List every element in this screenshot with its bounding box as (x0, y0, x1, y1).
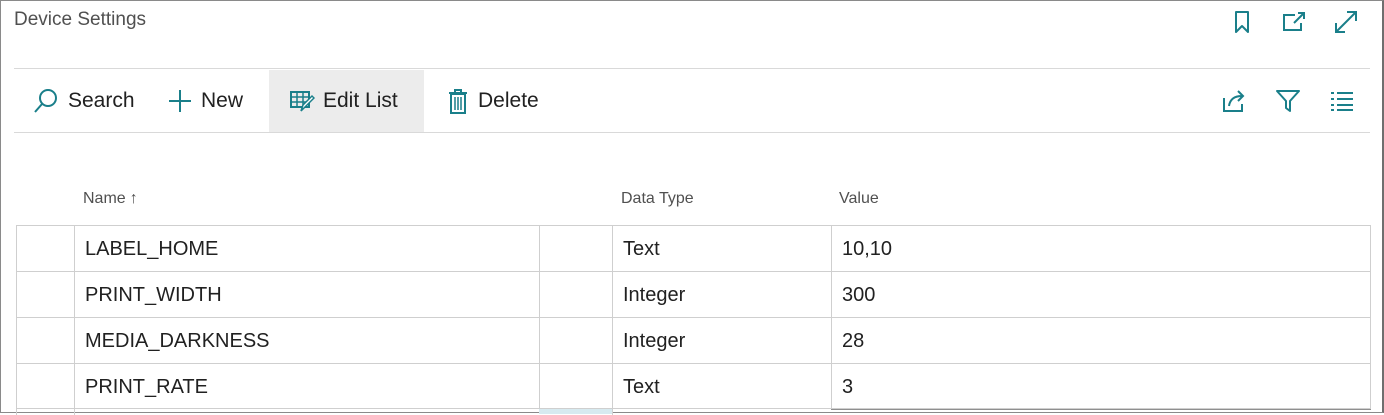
name-cell[interactable]: PRINT_RATE (74, 364, 539, 410)
data-type-cell[interactable]: Integer (612, 272, 831, 318)
action-toolbar: Search New Edit List Delete (14, 70, 1370, 132)
row-selector[interactable] (16, 272, 74, 318)
column-header-name-label: Name (83, 190, 126, 207)
column-header-data-type[interactable]: Data Type (621, 190, 694, 208)
table-row[interactable]: LABEL_HOME Text 10,10 (16, 225, 1371, 272)
filter-icon[interactable] (1272, 85, 1304, 117)
name-cell[interactable]: LABEL_HOME (74, 226, 539, 272)
search-button-label: Search (68, 89, 135, 112)
row-selector[interactable] (16, 226, 74, 272)
stub-highlight (539, 409, 612, 414)
plus-icon (167, 88, 193, 114)
data-type-cell[interactable]: Text (612, 364, 831, 410)
header-actions (1226, 7, 1362, 37)
column-header-name[interactable]: Name ↑ (83, 190, 138, 208)
stub-border (16, 409, 17, 415)
value-cell[interactable]: 300 (831, 272, 1371, 318)
bookmark-icon[interactable] (1226, 7, 1258, 37)
column-header-value[interactable]: Value (839, 190, 879, 208)
table-row[interactable]: MEDIA_DARKNESS Integer 28 (16, 317, 1371, 364)
delete-button-label: Delete (478, 89, 539, 112)
table-row[interactable]: PRINT_WIDTH Integer 300 (16, 271, 1371, 318)
row-spacer-cell (539, 318, 612, 364)
sort-ascending-icon: ↑ (129, 190, 138, 207)
edit-list-button[interactable]: Edit List (269, 70, 424, 132)
row-spacer-cell (539, 226, 612, 272)
view-tools (1218, 70, 1358, 132)
data-type-cell[interactable]: Text (612, 226, 831, 272)
value-cell[interactable]: 10,10 (831, 226, 1371, 272)
stub-value-cell[interactable] (831, 409, 1371, 414)
edit-list-icon (289, 89, 315, 113)
trash-icon (446, 87, 470, 115)
new-button[interactable]: New (167, 70, 243, 132)
stub-border (612, 409, 613, 415)
row-spacer-cell (539, 364, 612, 410)
table-row[interactable]: PRINT_RATE Text 3 (16, 363, 1371, 410)
search-icon (32, 87, 60, 115)
name-cell[interactable]: PRINT_WIDTH (74, 272, 539, 318)
page-title: Device Settings (14, 9, 147, 30)
header-divider (14, 68, 1370, 69)
data-type-cell[interactable]: Integer (612, 318, 831, 364)
row-selector[interactable] (16, 318, 74, 364)
name-cell[interactable]: MEDIA_DARKNESS (74, 318, 539, 364)
stub-border (74, 409, 75, 415)
edit-list-button-label: Edit List (323, 89, 398, 112)
share-icon[interactable] (1218, 85, 1250, 117)
list-view-icon[interactable] (1326, 85, 1358, 117)
search-button[interactable]: Search (32, 70, 135, 132)
delete-button[interactable]: Delete (446, 70, 539, 132)
value-cell[interactable]: 28 (831, 318, 1371, 364)
toolbar-divider (14, 132, 1370, 133)
new-row-stub[interactable] (16, 408, 1371, 415)
new-button-label: New (201, 89, 244, 112)
row-spacer-cell (539, 272, 612, 318)
value-cell[interactable]: 3 (831, 364, 1371, 410)
page-frame: Device Settings Search New Edit List Del… (0, 0, 1384, 415)
open-new-window-icon[interactable] (1278, 7, 1310, 37)
settings-table: LABEL_HOME Text 10,10 PRINT_WIDTH Intege… (16, 225, 1371, 410)
expand-icon[interactable] (1330, 7, 1362, 37)
row-selector[interactable] (16, 364, 74, 410)
